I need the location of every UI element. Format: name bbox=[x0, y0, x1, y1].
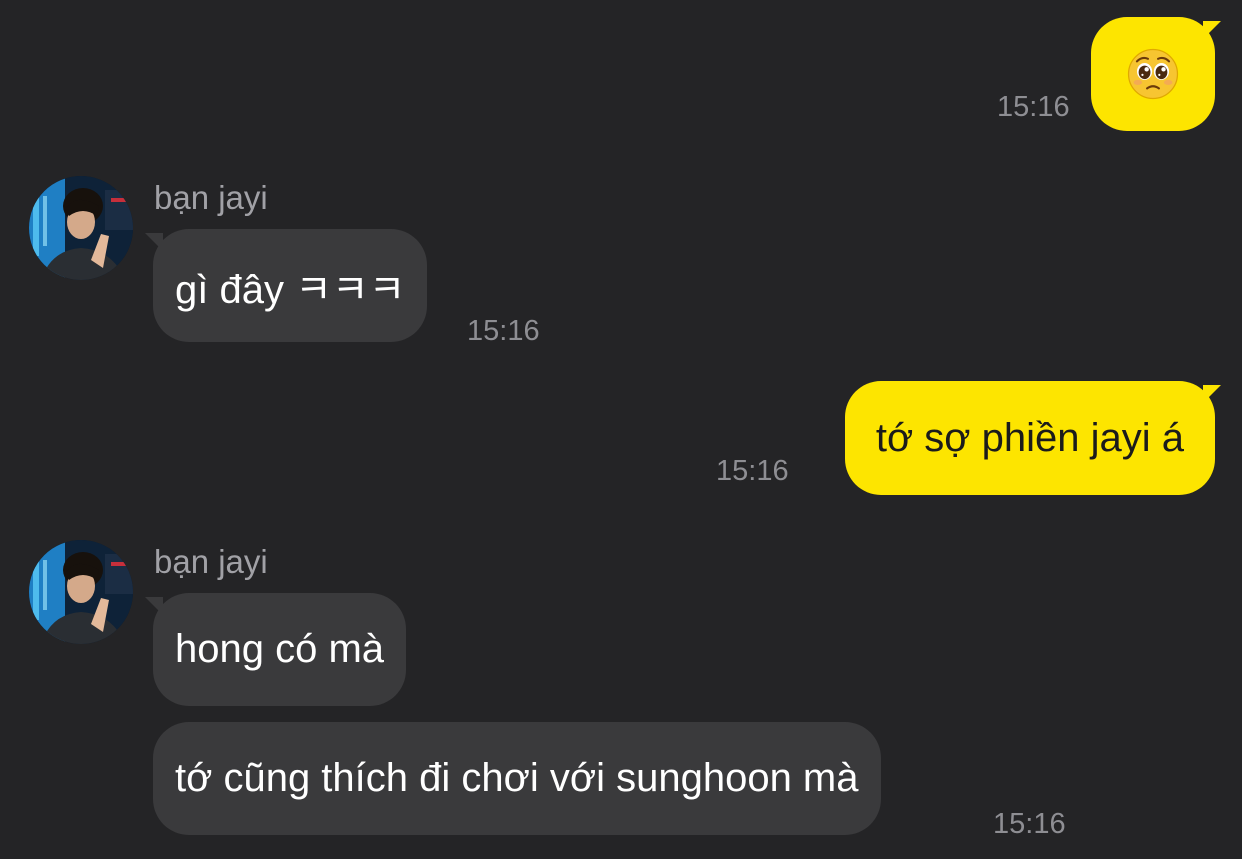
contact-avatar[interactable] bbox=[29, 176, 133, 280]
pleading-face-icon bbox=[1127, 48, 1179, 100]
message-bubble-incoming[interactable]: tớ cũng thích đi chơi với sunghoon mà bbox=[153, 722, 881, 835]
bubble-tail bbox=[1203, 21, 1221, 39]
message-timestamp: 15:16 bbox=[993, 808, 1066, 840]
contact-avatar[interactable] bbox=[29, 540, 133, 644]
avatar-photo bbox=[29, 540, 133, 644]
message-timestamp: 15:16 bbox=[997, 91, 1070, 123]
message-bubble-incoming[interactable]: gì đây ㅋㅋㅋ bbox=[153, 229, 428, 342]
message-timestamp: 15:16 bbox=[716, 455, 789, 487]
message-bubble-outgoing[interactable] bbox=[1091, 17, 1215, 131]
sender-name: bạn jayi bbox=[154, 543, 268, 580]
sender-name: bạn jayi bbox=[154, 179, 268, 216]
avatar-photo bbox=[29, 176, 133, 280]
message-bubble-incoming[interactable]: hong có mà bbox=[153, 593, 407, 706]
message-timestamp: 15:16 bbox=[467, 315, 540, 347]
bubble-tail bbox=[1203, 385, 1221, 403]
message-bubble-outgoing[interactable]: tớ sợ phiền jayi á bbox=[844, 381, 1215, 495]
